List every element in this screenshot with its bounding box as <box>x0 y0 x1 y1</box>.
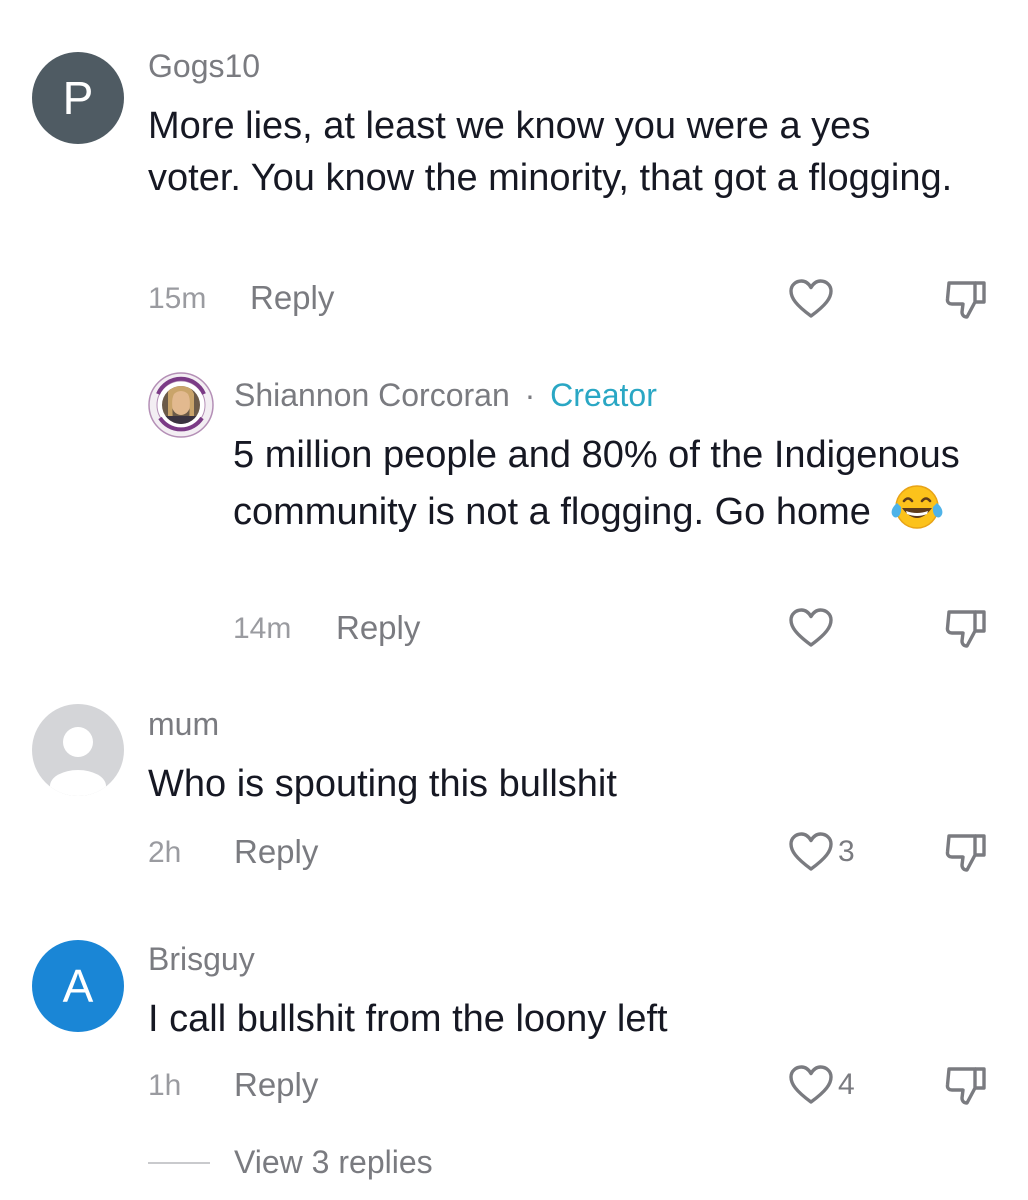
like-button[interactable] <box>788 278 838 320</box>
avatar[interactable] <box>32 704 124 796</box>
like-count: 4 <box>838 1068 855 1101</box>
heart-outline-icon <box>789 1065 833 1104</box>
comment-text: Who is spouting this bullshit <box>148 763 617 805</box>
avatar-letter: A <box>62 960 94 1012</box>
tears-of-joy-emoji-icon <box>889 481 945 547</box>
thumbs-down-icon <box>945 834 986 872</box>
reply-button[interactable]: Reply <box>250 279 334 317</box>
view-replies-button[interactable]: View 3 replies <box>148 1144 433 1181</box>
comment-text-body: 5 million people and 80% of the Indigeno… <box>233 434 960 534</box>
creator-badge: Creator <box>550 377 657 413</box>
username[interactable]: Gogs10 <box>148 48 260 85</box>
timestamp: 2h <box>148 836 182 869</box>
avatar[interactable]: P <box>32 52 124 144</box>
like-button[interactable]: 3 <box>788 831 855 873</box>
avatar[interactable] <box>148 372 214 438</box>
like-button[interactable]: 4 <box>788 1064 855 1106</box>
heart-outline-icon <box>789 279 833 318</box>
timestamp: 15m <box>148 282 207 315</box>
username[interactable]: mum <box>148 706 219 743</box>
dislike-button[interactable] <box>944 1064 988 1111</box>
like-button[interactable] <box>788 607 838 649</box>
username-row: Shiannon Corcoran · Creator <box>234 377 657 414</box>
dislike-button[interactable] <box>944 607 988 654</box>
timestamp: 1h <box>148 1069 182 1102</box>
comment-text: More lies, at least we know you were a y… <box>148 105 953 199</box>
creator-avatar-icon <box>148 372 214 438</box>
username[interactable]: Shiannon Corcoran <box>234 377 510 413</box>
thumbs-down-icon <box>945 1067 986 1105</box>
thumbs-down-icon <box>945 281 986 319</box>
dislike-button[interactable] <box>944 831 988 878</box>
view-replies-divider <box>148 1161 210 1164</box>
avatar[interactable]: A <box>32 940 124 1032</box>
timestamp: 14m <box>233 612 292 645</box>
avatar-letter: P <box>62 72 94 124</box>
thumbs-down-icon <box>945 610 986 648</box>
reply-button[interactable]: Reply <box>336 609 420 647</box>
heart-outline-icon <box>789 832 833 871</box>
heart-outline-icon <box>789 608 833 647</box>
view-replies-label: View 3 replies <box>234 1144 433 1180</box>
like-count: 3 <box>838 835 855 868</box>
separator-dot: · <box>524 377 536 413</box>
default-user-icon <box>50 727 106 796</box>
dislike-button[interactable] <box>944 278 988 325</box>
comment-text: I call bullshit from the loony left <box>148 998 668 1040</box>
reply-button[interactable]: Reply <box>234 1066 318 1104</box>
username[interactable]: Brisguy <box>148 941 255 978</box>
reply-button[interactable]: Reply <box>234 833 318 871</box>
comment-text: 5 million people and 80% of the Indigeno… <box>233 429 993 547</box>
